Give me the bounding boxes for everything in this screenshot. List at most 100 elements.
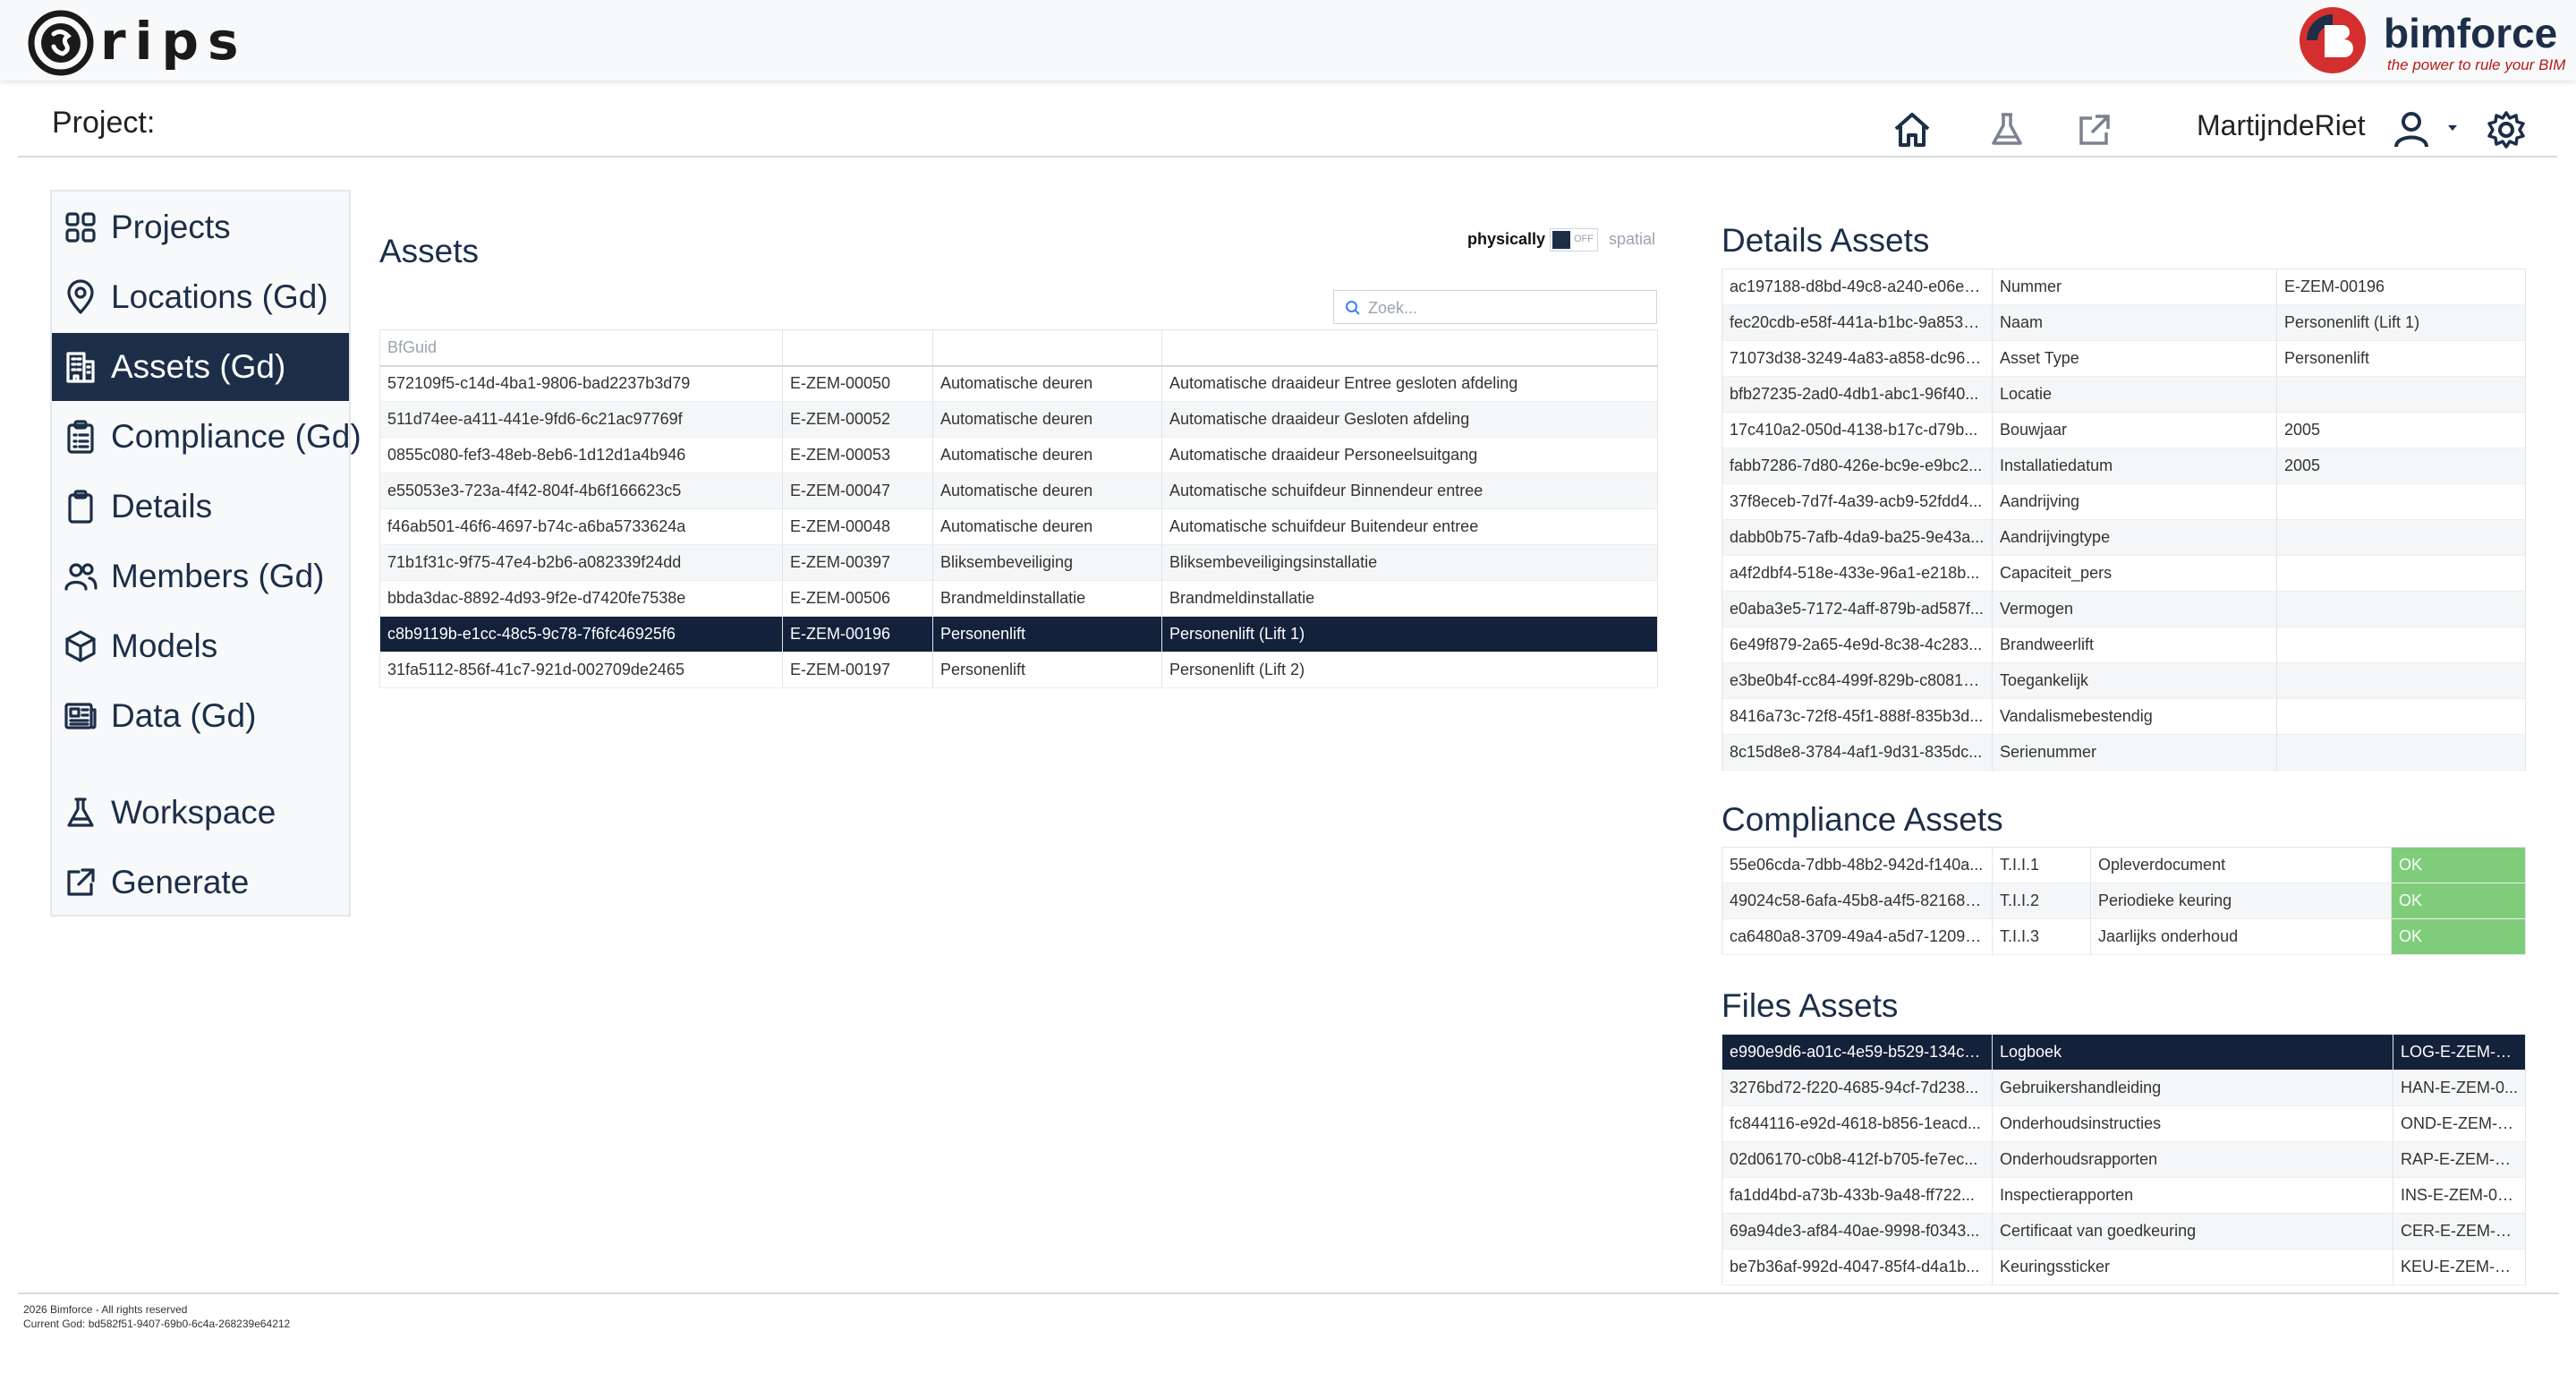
username[interactable]: MartijndeRiet [2197, 109, 2366, 142]
user-icon[interactable] [2389, 107, 2434, 152]
table-cell: Vermogen [1992, 591, 2277, 627]
table-row[interactable]: bfb27235-2ad0-4db1-abc1-96f40... Locatie [1722, 376, 2526, 413]
table-row[interactable]: 71b1f31c-9f75-47e4-b2b6-a082339f24dd E-ZE… [379, 544, 1658, 581]
table-row[interactable]: 71073d38-3249-4a83-a858-dc966... Asset Ty… [1722, 340, 2526, 377]
table-cell: Automatische draaideur Gesloten afdeling [1161, 401, 1658, 438]
grid-icon [63, 209, 98, 245]
table-row[interactable]: fc844116-e92d-4618-b856-1eacd... Onderhou… [1722, 1105, 2526, 1142]
table-cell: LOG-E-ZEM-00... [2393, 1034, 2526, 1071]
table-row[interactable]: a4f2dbf4-518e-433e-96a1-e218b... Capacite… [1722, 555, 2526, 592]
sidebar-item-compliance-gd[interactable]: Compliance (Gd) [52, 403, 361, 471]
footer-divider [18, 1292, 2559, 1294]
table-row[interactable]: 49024c58-6afa-45b8-a4f5-821680... T.I.I.2… [1722, 883, 2526, 919]
assets-title: Assets [379, 233, 480, 269]
users-icon [63, 559, 98, 594]
table-cell: E-ZEM-00196 [2276, 269, 2526, 305]
table-cell: INS-E-ZEM-00... [2393, 1177, 2526, 1214]
physically-spatial-toggle[interactable]: OFF [1550, 228, 1598, 252]
table-row[interactable]: fec20cdb-e58f-441a-b1bc-9a8536... Naam Per… [1722, 304, 2526, 341]
table-row[interactable]: bbda3dac-8892-4d93-9f2e-d7420fe7538e E-ZE… [379, 580, 1658, 617]
sidebar-item-projects[interactable]: Projects [52, 193, 349, 261]
cube-icon [63, 628, 98, 664]
table-row[interactable]: e55053e3-723a-4f42-804f-4b6f166623c5 E-ZE… [379, 473, 1658, 509]
table-cell [2276, 698, 2526, 735]
sidebar-item-models[interactable]: Models [52, 612, 349, 680]
table-row[interactable]: 0855c080-fef3-48eb-8eb6-1d12d1a4b946 E-ZE… [379, 437, 1658, 473]
sidebar-item-assets-gd[interactable]: Assets (Gd) [52, 333, 349, 401]
status-badge-ok: OK [2391, 883, 2526, 919]
table-row[interactable]: 55e06cda-7dbb-48b2-942d-f140a... T.I.I.1 O… [1722, 847, 2526, 883]
table-cell: c8b9119b-e1cc-48c5-9c78-7f6fc46925f6 [379, 616, 783, 653]
sidebar-item-generate[interactable]: Generate [52, 849, 349, 917]
table-row[interactable]: e990e9d6-a01c-4e59-b529-134cb... Logboek L… [1722, 1034, 2526, 1071]
bimforce-logo-icon [2300, 7, 2366, 73]
column-header-type[interactable] [932, 329, 1162, 366]
sidebar-item-data-gd[interactable]: Data (Gd) [52, 682, 349, 750]
table-cell: 2005 [2276, 448, 2526, 484]
table-cell: Keuringssticker [1992, 1249, 2393, 1285]
column-header-bfguid[interactable]: BfGuid [379, 329, 783, 366]
sidebar-item-members-gd[interactable]: Members (Gd) [52, 542, 349, 610]
table-cell: 8416a73c-72f8-45f1-888f-835b3d... [1722, 698, 1993, 735]
table-row[interactable]: 511d74ee-a411-441e-9fd6-6c21ac97769f E-ZE… [379, 401, 1658, 438]
sidebar-item-label: Members (Gd) [111, 558, 325, 594]
table-cell: Personenlift [2276, 340, 2526, 377]
table-row[interactable]: 8c15d8e8-3784-4af1-9d31-835dc... Serienum… [1722, 734, 2526, 771]
table-row[interactable]: 69a94de3-af84-40ae-9998-f0343... Certific… [1722, 1213, 2526, 1250]
table-row[interactable]: 02d06170-c0b8-412f-b705-fe7ec... Onderhou… [1722, 1141, 2526, 1178]
table-row[interactable]: 572109f5-c14d-4ba1-9806-bad2237b3d79 E-ZE… [379, 365, 1658, 402]
table-cell: E-ZEM-00506 [782, 580, 933, 617]
table-cell: Certificaat van goedkeuring [1992, 1213, 2393, 1250]
gear-icon[interactable] [2484, 107, 2529, 152]
table-cell: 71b1f31c-9f75-47e4-b2b6-a082339f24dd [379, 544, 783, 581]
table-row[interactable]: dabb0b75-7afb-4da9-ba25-9e43a... Aandrijv… [1722, 519, 2526, 556]
flask-icon[interactable] [1985, 107, 2029, 152]
table-row[interactable]: 6e49f879-2a65-4e9d-8c38-4c283... Brandwee… [1722, 627, 2526, 663]
home-icon[interactable] [1890, 107, 1934, 152]
rips-logo-icon[interactable] [27, 9, 95, 77]
table-cell: E-ZEM-00053 [782, 437, 933, 473]
table-cell: Brandweerlift [1992, 627, 2277, 663]
table-cell [2276, 483, 2526, 520]
table-row[interactable]: 3276bd72-f220-4685-94cf-7d238... Gebruike… [1722, 1070, 2526, 1106]
table-row[interactable]: c8b9119b-e1cc-48c5-9c78-7f6fc46925f6 E-ZE… [379, 616, 1658, 653]
table-row[interactable]: e0aba3e5-7172-4aff-879b-ad587f... Vermoge… [1722, 591, 2526, 627]
table-row[interactable]: ac197188-d8bd-49c8-a240-e06e8... Nummer E-… [1722, 269, 2526, 305]
chevron-down-icon[interactable] [2446, 122, 2459, 134]
table-cell: Naam [1992, 304, 2277, 341]
compliance-table: 55e06cda-7dbb-48b2-942d-f140a... T.I.I.1 O… [1722, 847, 2526, 955]
footer-copyright: 2026 Bimforce - All rights reserved [23, 1303, 188, 1316]
table-row[interactable]: f46ab501-46f6-4697-b74c-a6ba5733624a E-ZE… [379, 508, 1658, 545]
external-link-icon [63, 865, 98, 900]
external-link-icon[interactable] [2072, 107, 2117, 152]
table-cell: 8c15d8e8-3784-4af1-9d31-835dc... [1722, 734, 1993, 771]
table-cell: ac197188-d8bd-49c8-a240-e06e8... [1722, 269, 1993, 305]
table-row[interactable]: fabb7286-7d80-426e-bc9e-e9bc2... Installa… [1722, 448, 2526, 484]
sidebar-item-workspace[interactable]: Workspace [52, 779, 349, 847]
table-cell: dabb0b75-7afb-4da9-ba25-9e43a... [1722, 519, 1993, 556]
table-row[interactable]: ca6480a8-3709-49a4-a5d7-12093... T.I.I.3 J… [1722, 918, 2526, 955]
column-header-number[interactable] [782, 329, 933, 366]
table-row[interactable]: 8416a73c-72f8-45f1-888f-835b3d... Vandali… [1722, 698, 2526, 735]
table-cell: Brandmeldinstallatie [932, 580, 1162, 617]
table-row[interactable]: 17c410a2-050d-4138-b17c-d79b... Bouwjaar 2… [1722, 412, 2526, 448]
status-badge-ok: OK [2391, 918, 2526, 955]
table-row[interactable]: be7b36af-992d-4047-85f4-d4a1b... Keurings… [1722, 1249, 2526, 1285]
sidebar-item-details[interactable]: Details [52, 473, 349, 541]
table-row[interactable]: e3be0b4f-cc84-499f-829b-c80819... Toegank… [1722, 662, 2526, 699]
table-row[interactable]: fa1dd4bd-a73b-433b-9a48-ff722... Inspecti… [1722, 1177, 2526, 1214]
table-row[interactable]: 37f8eceb-7d7f-4a39-acb9-52fdd4... Aandrij… [1722, 483, 2526, 520]
table-cell: fabb7286-7d80-426e-bc9e-e9bc2... [1722, 448, 1993, 484]
table-cell: 69a94de3-af84-40ae-9998-f0343... [1722, 1213, 1993, 1250]
search-input[interactable]: Zoek... [1333, 290, 1657, 324]
assets-table: BfGuid 572109f5-c14d-4ba1-9806-bad2237b3… [379, 329, 1658, 688]
sidebar-item-label: Models [111, 627, 218, 664]
map-pin-icon [63, 279, 98, 315]
column-header-name[interactable] [1161, 329, 1658, 366]
table-cell: Asset Type [1992, 340, 2277, 377]
table-cell: 37f8eceb-7d7f-4a39-acb9-52fdd4... [1722, 483, 1993, 520]
sidebar-item-locations-gd[interactable]: Locations (Gd) [52, 263, 349, 331]
newspaper-icon [63, 698, 98, 734]
table-cell: 511d74ee-a411-441e-9fd6-6c21ac97769f [379, 401, 783, 438]
table-row[interactable]: 31fa5112-856f-41c7-921d-002709de2465 E-ZE… [379, 652, 1658, 688]
